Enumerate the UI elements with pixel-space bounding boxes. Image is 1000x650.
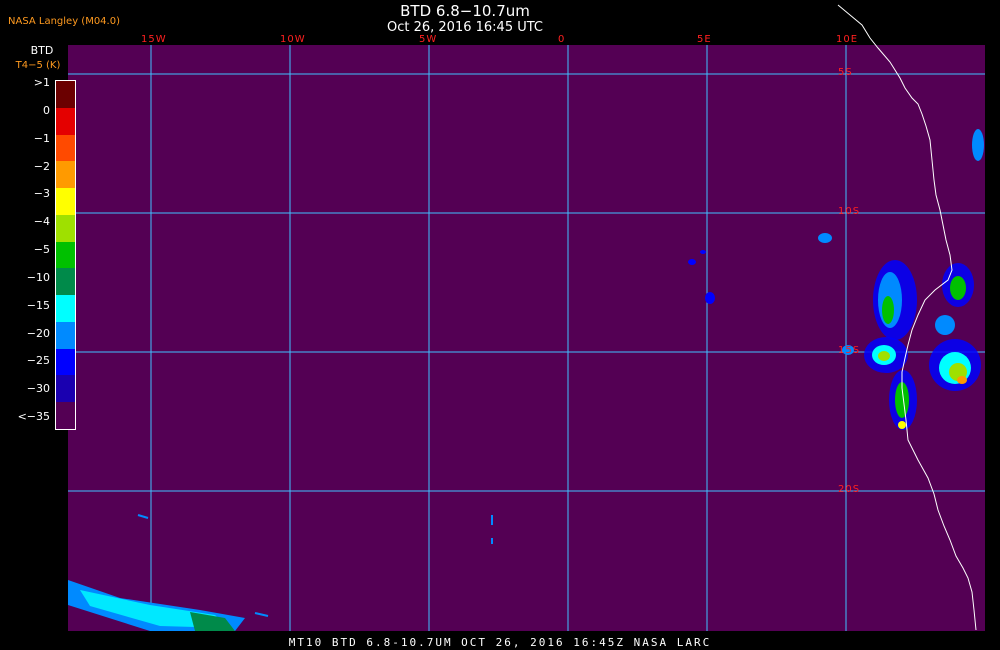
map-title: BTD 6.8−10.7um: [400, 2, 530, 20]
longitude-label: 5W: [419, 34, 438, 45]
cloud-cluster: [878, 351, 890, 361]
cloud-cluster: [818, 233, 832, 243]
legend-label: >1: [33, 76, 50, 89]
legend-label: −3: [33, 187, 50, 201]
cloud-cluster: [882, 296, 894, 324]
legend-swatch: [56, 348, 75, 376]
legend-swatch: [56, 188, 75, 215]
latitude-label: 20S: [838, 484, 861, 495]
legend-label: −25: [26, 354, 50, 368]
legend-title: BTD: [30, 44, 54, 57]
longitude-label: 10E: [836, 34, 859, 45]
legend-label: −15: [26, 298, 50, 312]
legend-swatch: [56, 107, 75, 135]
cloud-cluster: [700, 250, 706, 254]
legend-swatch: [56, 321, 75, 349]
legend-swatch: [56, 375, 75, 403]
map-timestamp: Oct 26, 2016 16:45 UTC: [387, 20, 543, 35]
legend-swatch: [56, 295, 75, 322]
longitude-label: 15W: [141, 34, 167, 45]
cloud-cluster: [935, 315, 955, 335]
longitude-label: 10W: [280, 34, 306, 45]
legend-swatch: [56, 241, 75, 269]
legend-label: 0: [43, 103, 50, 117]
legend-label: −20: [26, 326, 50, 340]
footer-caption: MT10 BTD 6.8-10.7UM OCT 26, 2016 16:45Z …: [288, 636, 712, 649]
legend-swatch: [56, 402, 75, 429]
cloud-cluster: [898, 421, 906, 429]
legend-label: −10: [26, 270, 50, 284]
cloud-cluster: [950, 276, 966, 300]
satellite-map: [68, 4, 985, 631]
cloud-cluster: [957, 376, 967, 384]
latitude-label: 5S: [838, 67, 853, 78]
legend-swatch: [56, 161, 75, 189]
color-legend: [55, 80, 76, 430]
legend-label: −2: [33, 159, 50, 173]
legend-label: −4: [33, 215, 50, 229]
legend-label: <−35: [17, 410, 50, 423]
longitude-label: 0: [558, 34, 566, 45]
legend-label: −5: [33, 243, 50, 256]
latitude-label: 10S: [838, 206, 861, 217]
latitude-label: 15S: [838, 345, 861, 356]
cloud-cluster: [705, 292, 715, 304]
legend-swatch: [56, 268, 75, 296]
legend-swatch: [56, 81, 75, 108]
legend-label: −30: [26, 382, 50, 396]
cloud-cluster: [972, 129, 984, 161]
legend-unit: T4−5 (K): [15, 60, 61, 71]
image-background: [68, 45, 985, 631]
longitude-label: 5E: [697, 34, 712, 45]
legend-label: −1: [33, 131, 50, 145]
credit-label: NASA Langley (M04.0): [8, 16, 120, 27]
legend-swatch: [56, 134, 75, 162]
cloud-cluster: [688, 259, 696, 265]
legend-swatch: [56, 214, 75, 242]
